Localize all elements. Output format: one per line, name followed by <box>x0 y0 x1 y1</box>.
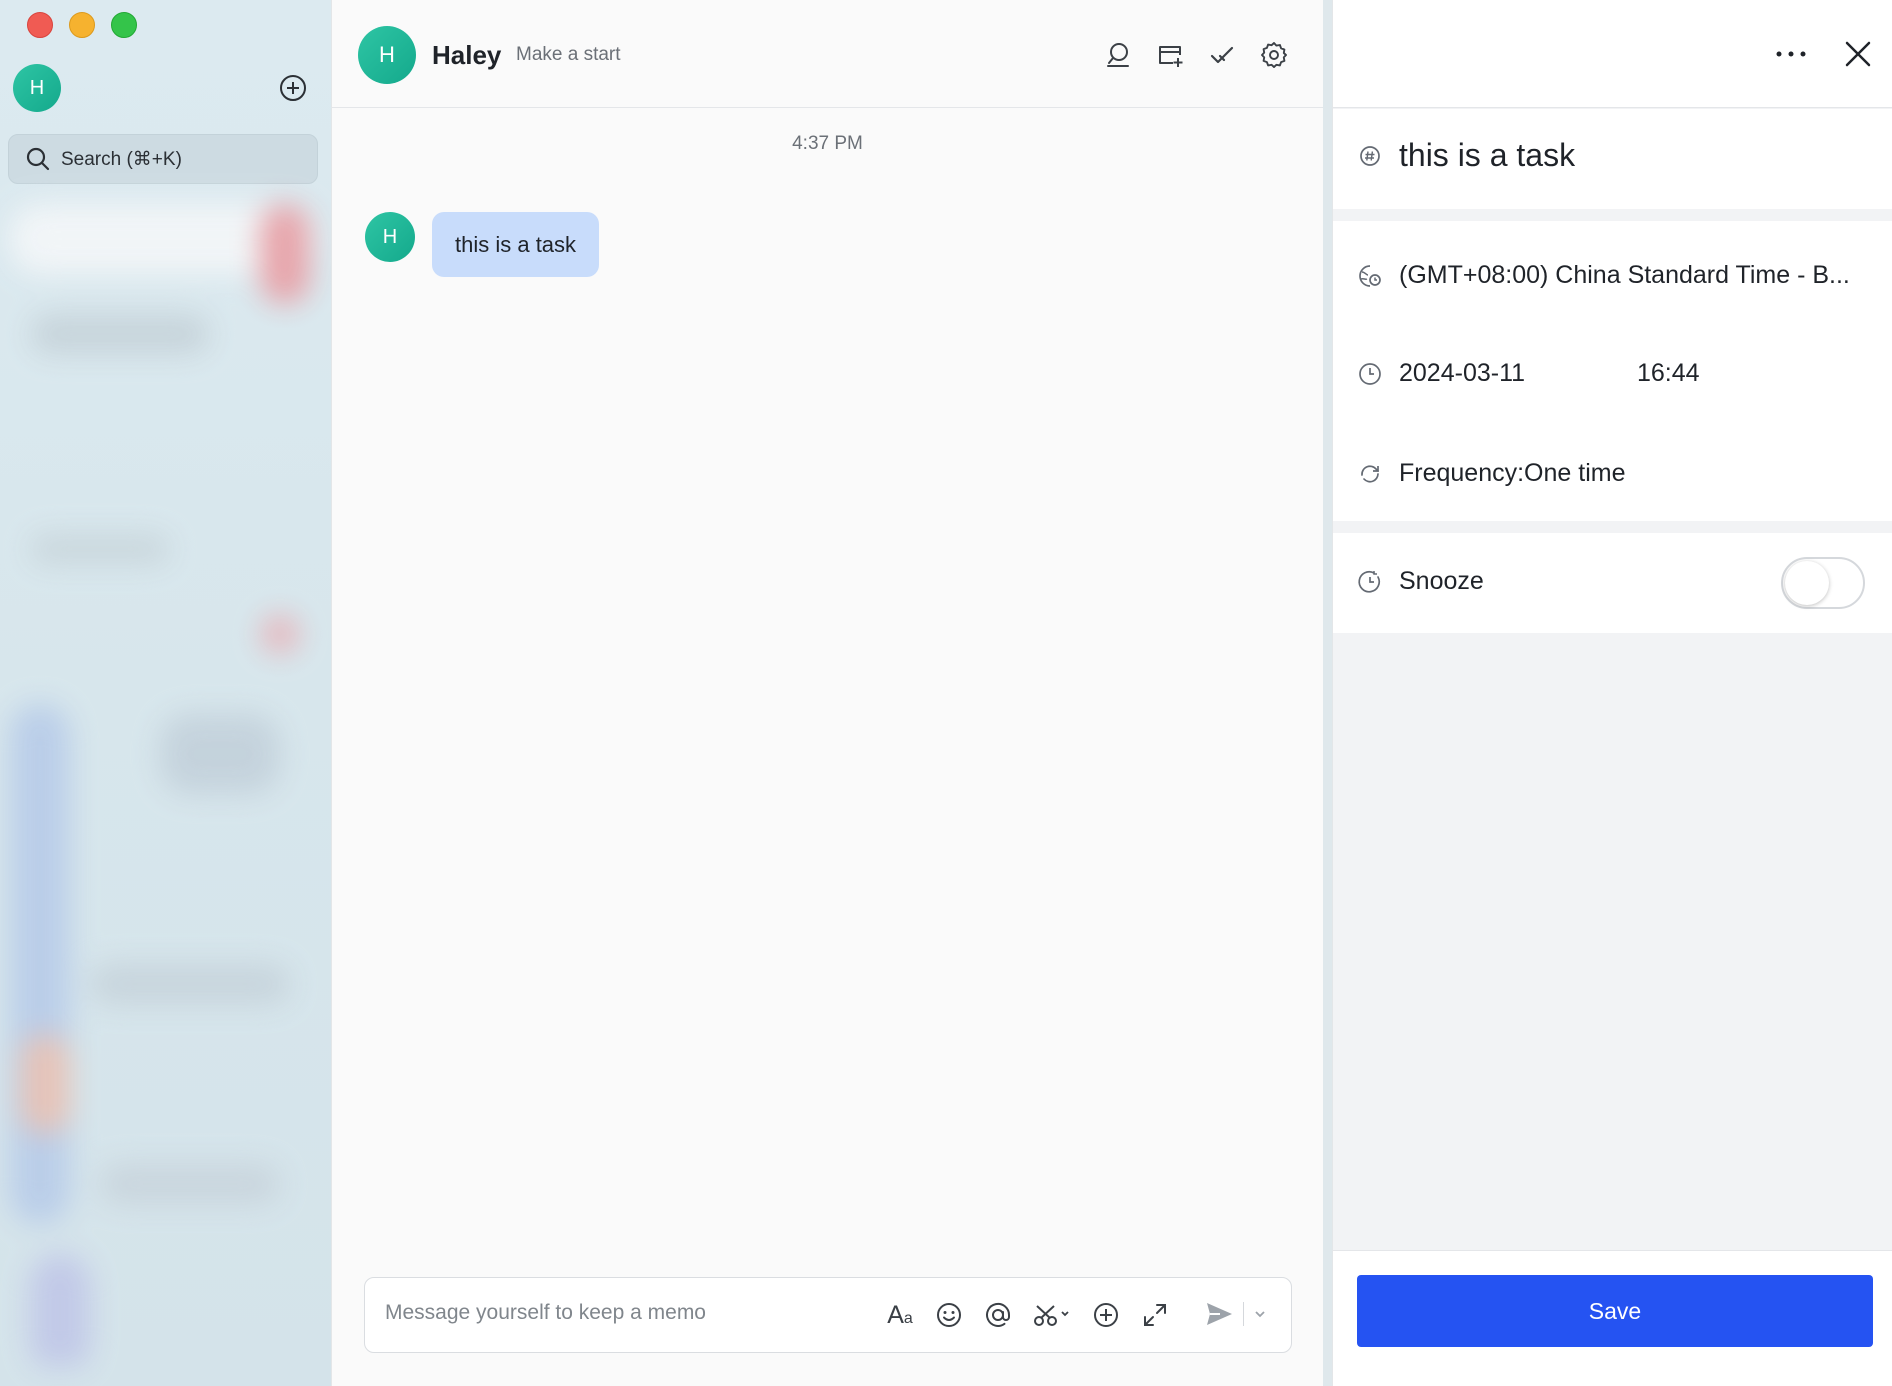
zoom-window-button[interactable] <box>111 12 137 38</box>
expand-icon[interactable] <box>1140 1298 1170 1332</box>
date-value[interactable]: 2024-03-11 <box>1399 359 1637 388</box>
add-tab-icon[interactable] <box>1155 40 1185 70</box>
contact-avatar-letter: H <box>379 42 395 67</box>
message-composer: Aa <box>364 1277 1292 1353</box>
message-text: this is a task <box>455 231 577 257</box>
send-icon[interactable] <box>1203 1298 1235 1330</box>
snooze-section: Snooze <box>1333 533 1892 633</box>
settings-gear-icon[interactable] <box>1259 40 1289 70</box>
task-title-section: this is a task <box>1333 109 1892 209</box>
chat-header: H Haley Make a start <box>332 0 1323 108</box>
chevron-down-icon[interactable] <box>1252 1306 1268 1322</box>
task-schedule-section: (GMT+08:00) China Standard Time - B... 2… <box>1333 221 1892 521</box>
task-panel: this is a task (GMT+08:00) China Standar… <box>1332 0 1892 1386</box>
send-divider <box>1243 1302 1244 1326</box>
timezone-globe-icon <box>1359 264 1381 287</box>
message-avatar-letter: H <box>382 225 398 248</box>
contact-avatar[interactable]: H <box>358 26 416 84</box>
task-panel-header <box>1333 0 1892 108</box>
snooze-icon <box>1358 570 1381 593</box>
format-label-small: a <box>903 1309 913 1327</box>
send-controls <box>1203 1298 1268 1330</box>
window-controls <box>27 12 137 38</box>
sidebar: H Search (⌘+K) <box>0 0 331 1386</box>
plus-circle-icon[interactable] <box>1091 1298 1121 1332</box>
frequency-value: Frequency:One time <box>1399 459 1626 487</box>
task-title-row[interactable]: this is a task <box>1357 137 1575 174</box>
frequency-row[interactable]: Frequency:One time <box>1357 459 1626 488</box>
snooze-label: Snooze <box>1399 567 1484 595</box>
search-icon <box>26 147 50 171</box>
snooze-toggle[interactable] <box>1781 557 1865 609</box>
contact-name[interactable]: Haley <box>432 40 501 71</box>
message-bubble[interactable]: this is a task <box>432 212 600 277</box>
message-timestamp: 4:37 PM <box>792 133 863 154</box>
save-button[interactable]: Save <box>1357 1275 1873 1347</box>
close-icon[interactable] <box>1840 36 1876 72</box>
task-title: this is a task <box>1399 137 1576 173</box>
timezone-value: (GMT+08:00) China Standard Time - B... <box>1399 261 1850 289</box>
mention-icon[interactable] <box>983 1298 1013 1332</box>
timezone-row[interactable]: (GMT+08:00) China Standard Time - B... <box>1357 261 1850 290</box>
scissors-icon[interactable] <box>1032 1298 1072 1332</box>
chat-pane: H Haley Make a start 4:37 PM H this is a… <box>331 0 1323 1386</box>
user-avatar[interactable]: H <box>13 64 61 112</box>
snooze-row: Snooze <box>1357 567 1484 596</box>
composer-toolbar: Aa <box>885 1298 1170 1332</box>
user-avatar-letter: H <box>29 76 45 99</box>
more-options-icon[interactable] <box>1773 40 1809 68</box>
clock-icon <box>1359 362 1381 385</box>
time-value[interactable]: 16:44 <box>1637 359 1700 388</box>
search-placeholder: Search (⌘+K) <box>61 148 182 170</box>
format-label-large: A <box>887 1300 904 1329</box>
message-avatar[interactable]: H <box>365 212 415 262</box>
repeat-icon <box>1361 464 1379 483</box>
close-window-button[interactable] <box>27 12 53 38</box>
datetime-row: 2024-03-11 16:44 <box>1357 359 1700 388</box>
hashtag-icon <box>1360 145 1380 166</box>
message-input[interactable] <box>383 1300 867 1326</box>
task-panel-footer: Save <box>1333 1250 1892 1386</box>
minimize-window-button[interactable] <box>69 12 95 38</box>
contact-status: Make a start <box>516 44 621 65</box>
checkmark-icon[interactable] <box>1207 40 1237 70</box>
chat-header-actions <box>1103 40 1289 70</box>
format-text-icon[interactable]: Aa <box>885 1298 915 1332</box>
plus-circle-icon[interactable] <box>279 74 307 102</box>
sidebar-search[interactable]: Search (⌘+K) <box>8 134 318 184</box>
emoji-icon[interactable] <box>934 1298 964 1332</box>
chat-search-icon[interactable] <box>1103 40 1133 70</box>
conversation-list-blurred[interactable] <box>10 204 316 1366</box>
snooze-toggle-knob <box>1785 561 1829 605</box>
